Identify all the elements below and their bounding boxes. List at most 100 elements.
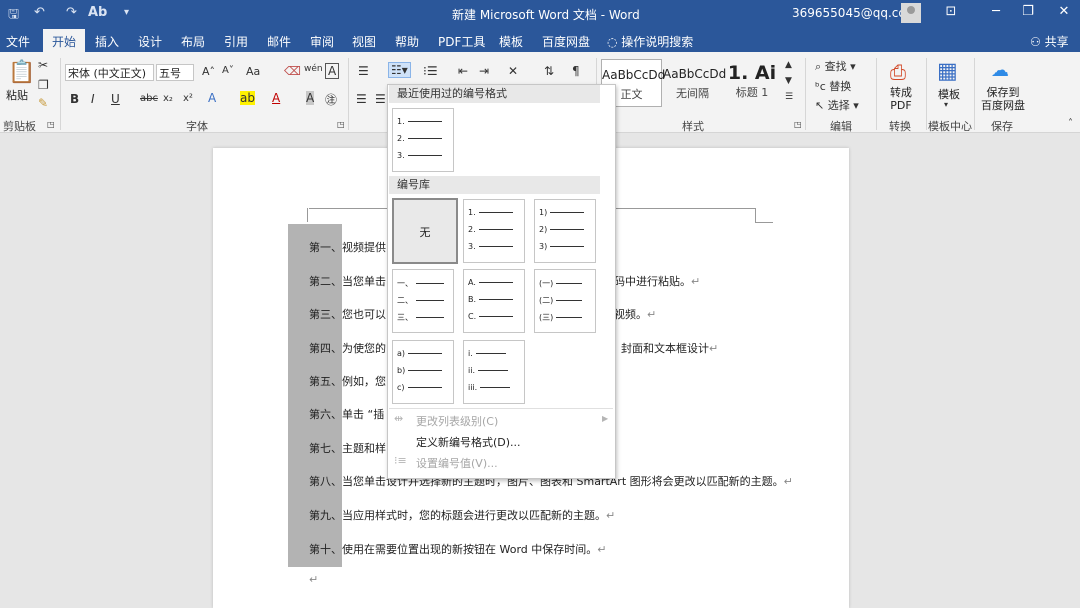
- change-case-icon[interactable]: Aa: [246, 65, 260, 78]
- italic-icon[interactable]: I: [91, 92, 95, 106]
- phonetic-guide-icon[interactable]: wén: [304, 64, 323, 74]
- set-numbering-value-item[interactable]: 设置编号值(V)...: [416, 455, 498, 471]
- list-item[interactable]: 第九、当应用样式时，您的标题会进行更改以匹配新的主题。↵: [309, 507, 615, 523]
- replace-button[interactable]: ᵇc 替换: [815, 78, 851, 94]
- tab-references[interactable]: 引用: [224, 33, 248, 50]
- tab-pdf-tools[interactable]: PDF工具: [438, 33, 485, 50]
- define-new-format-item[interactable]: 定义新编号格式(D)...: [416, 434, 521, 450]
- save-to-baidu-button[interactable]: 保存到 百度网盘: [980, 86, 1026, 112]
- tab-file[interactable]: 文件: [6, 33, 30, 50]
- align-left-icon[interactable]: ☰: [356, 92, 367, 106]
- highlight-icon[interactable]: ab: [240, 91, 255, 105]
- format-chinese-paren[interactable]: (一) (二) (三): [534, 269, 596, 333]
- character-shading-icon[interactable]: A: [306, 91, 315, 105]
- bold-icon[interactable]: B: [70, 92, 79, 106]
- bullets-icon[interactable]: ☰: [358, 64, 369, 78]
- styles-scroll-down-icon[interactable]: ▼: [785, 76, 792, 86]
- list-item[interactable]: 第十、使用在需要位置出现的新按钮在 Word 中保存时间。↵: [309, 541, 606, 557]
- increase-indent-icon[interactable]: ⇥: [479, 64, 489, 78]
- save-icon[interactable]: 🖫: [8, 5, 19, 27]
- font-color-icon[interactable]: A: [272, 91, 280, 105]
- cut-icon[interactable]: ✂: [38, 58, 48, 72]
- close-icon[interactable]: ✕: [1054, 4, 1074, 19]
- format-chinese-comma[interactable]: 一、 二、 三、: [392, 269, 454, 333]
- avatar[interactable]: [901, 3, 921, 23]
- user-account[interactable]: 369655045@qq.com: [792, 6, 917, 20]
- tab-insert[interactable]: 插入: [95, 33, 119, 50]
- underline-icon[interactable]: U: [111, 92, 120, 106]
- list-item[interactable]: 第一、视频提供: [309, 239, 386, 255]
- superscript-icon[interactable]: x²: [183, 93, 193, 104]
- minimize-icon[interactable]: ─: [986, 4, 1006, 19]
- list-item[interactable]: 第七、主题和样: [309, 440, 386, 456]
- character-border-icon[interactable]: A: [325, 63, 340, 79]
- convert-pdf-button[interactable]: 转成 PDF: [882, 86, 920, 112]
- format-arabic-period[interactable]: 1. 2. 3.: [463, 199, 525, 263]
- align-center-icon[interactable]: ☰: [375, 92, 386, 106]
- format-arabic-paren[interactable]: 1) 2) 3): [534, 199, 596, 263]
- shrink-font-icon[interactable]: A˅: [222, 65, 234, 76]
- format-lower-alpha[interactable]: a) b) c): [392, 340, 454, 404]
- paste-button[interactable]: 粘贴: [6, 87, 28, 103]
- tab-design[interactable]: 设计: [138, 33, 162, 50]
- enclose-characters-icon[interactable]: ㊟: [325, 91, 337, 108]
- sort-icon[interactable]: ⇅: [544, 64, 554, 78]
- style-heading-1[interactable]: 1. Ai 标题 1: [724, 59, 780, 105]
- ribbon-tabs: 文件 开始 插入 设计 布局 引用 邮件 审阅 视图 帮助 PDF工具 模板 百…: [0, 27, 1080, 56]
- baidu-cloud-icon[interactable]: ☁: [991, 60, 1009, 81]
- show-marks-icon[interactable]: ¶: [572, 64, 580, 78]
- text-effects-icon[interactable]: A: [208, 91, 216, 105]
- font-name-combo[interactable]: 宋体 (中文正文): [65, 64, 154, 81]
- recent-format-numeric[interactable]: 1. 2. 3.: [392, 108, 454, 172]
- format-painter-brush-icon[interactable]: ✎: [38, 96, 48, 110]
- pdf-icon[interactable]: ⎙: [890, 60, 906, 84]
- numbering-icon[interactable]: ☷▾: [388, 62, 411, 78]
- collapse-ribbon-icon[interactable]: ˄: [1068, 118, 1073, 129]
- format-lower-roman[interactable]: i. ii. iii.: [463, 340, 525, 404]
- list-item[interactable]: 第二、当您单击: [309, 273, 386, 289]
- tab-layout[interactable]: 布局: [181, 33, 205, 50]
- select-button[interactable]: ↖ 选择 ▾: [815, 97, 859, 113]
- paste-icon[interactable]: 📋: [8, 60, 35, 85]
- dialog-launcher-icon[interactable]: ◳: [794, 120, 802, 129]
- clear-format-icon[interactable]: ⌫: [284, 64, 301, 78]
- list-item[interactable]: 第五、例如，您: [309, 373, 386, 389]
- tell-me-search[interactable]: ◌ 操作说明搜索: [607, 33, 693, 50]
- find-button[interactable]: ⌕ 查找 ▾: [815, 58, 856, 74]
- dialog-launcher-icon[interactable]: ◳: [337, 120, 345, 129]
- template-icon[interactable]: ▦: [937, 59, 958, 84]
- subscript-icon[interactable]: x₂: [163, 93, 173, 104]
- format-painter-icon[interactable]: Ab: [88, 5, 107, 20]
- empty-paragraph-mark[interactable]: ↵: [309, 573, 318, 586]
- tab-view[interactable]: 视图: [352, 33, 376, 50]
- restore-icon[interactable]: ❐: [1018, 4, 1038, 19]
- share-button[interactable]: ⚇ 共享: [1030, 33, 1069, 50]
- font-size-combo[interactable]: 五号: [156, 64, 194, 81]
- dialog-launcher-icon[interactable]: ◳: [47, 120, 55, 129]
- template-button[interactable]: 模板: [932, 86, 966, 102]
- tab-mailings[interactable]: 邮件: [267, 33, 291, 50]
- tab-templates[interactable]: 模板: [499, 33, 523, 50]
- grow-font-icon[interactable]: A˄: [202, 65, 215, 78]
- style-no-spacing[interactable]: AaBbCcDd 无间隔: [663, 59, 726, 105]
- change-list-level-item[interactable]: 更改列表级别(C): [416, 413, 498, 429]
- list-item[interactable]: 第三、您也可以: [309, 306, 386, 322]
- list-item[interactable]: 第四、为使您的: [309, 340, 386, 356]
- tab-baidu-netdisk[interactable]: 百度网盘: [542, 33, 590, 50]
- redo-icon[interactable]: ↷: [66, 5, 77, 20]
- undo-icon[interactable]: ↶: [34, 5, 45, 20]
- strikethrough-icon[interactable]: abc: [140, 93, 158, 104]
- ribbon-display-icon[interactable]: ⊡: [941, 4, 961, 19]
- decrease-indent-icon[interactable]: ⇤: [458, 64, 468, 78]
- customize-icon[interactable]: ▾: [124, 7, 129, 18]
- styles-scroll-up-icon[interactable]: ▲: [785, 60, 792, 70]
- format-none[interactable]: 无: [392, 198, 458, 264]
- format-upper-alpha[interactable]: A. B. C.: [463, 269, 525, 333]
- asian-layout-icon[interactable]: ✕: [508, 64, 518, 78]
- list-item[interactable]: 第六、单击 “插: [309, 406, 384, 422]
- tab-review[interactable]: 审阅: [310, 33, 334, 50]
- multilevel-list-icon[interactable]: ⁝☰: [423, 64, 438, 78]
- styles-more-icon[interactable]: ☰: [785, 92, 793, 102]
- copy-icon[interactable]: ❐: [38, 78, 49, 92]
- tab-help[interactable]: 帮助: [395, 33, 419, 50]
